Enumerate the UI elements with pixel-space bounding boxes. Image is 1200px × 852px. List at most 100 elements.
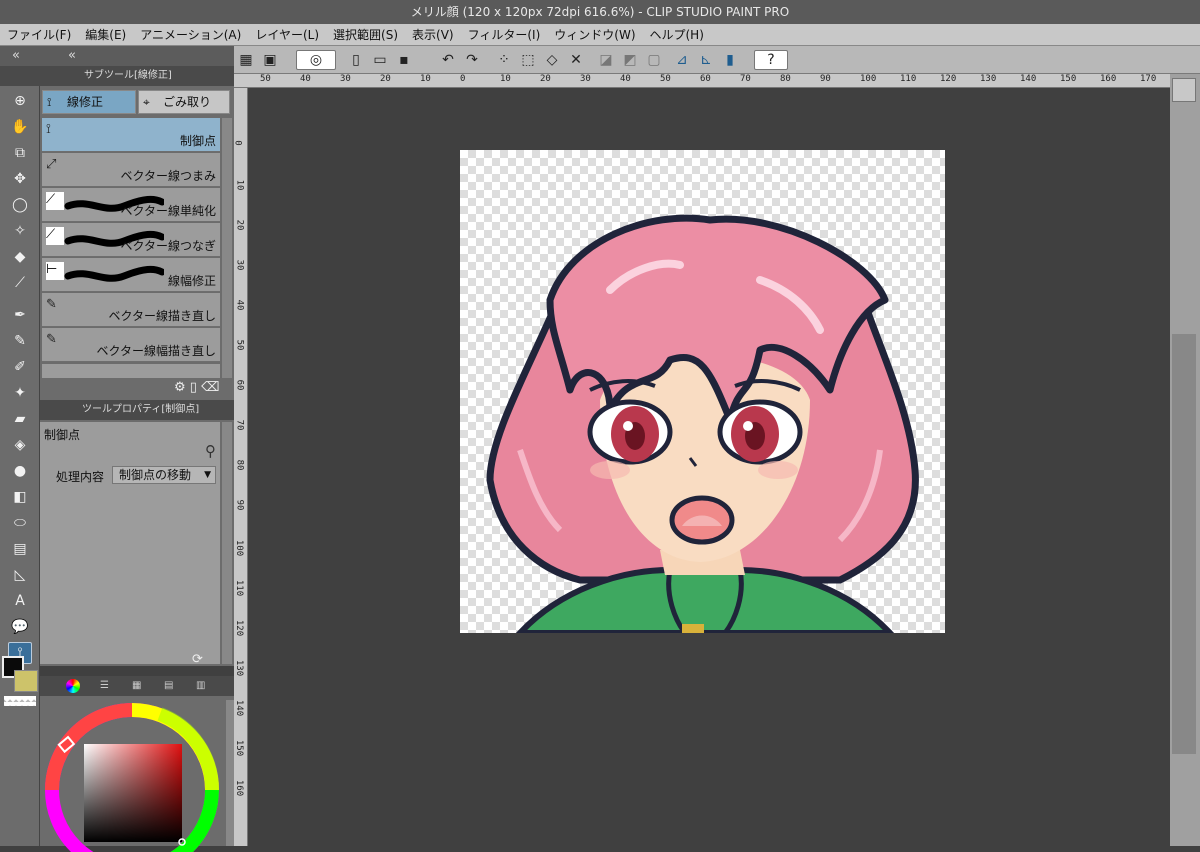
ruler-tick: 40 bbox=[234, 299, 245, 311]
pen-icon[interactable]: ✒ bbox=[8, 304, 32, 326]
scroll-up-button[interactable] bbox=[1172, 78, 1196, 102]
fill-bucket-icon[interactable]: ◆ bbox=[8, 246, 32, 268]
new-file-icon[interactable]: ▯ bbox=[346, 50, 366, 70]
subtool-item-vector-pinch[interactable]: ⤢ ベクター線つまみ bbox=[42, 153, 220, 187]
deselect-icon[interactable]: ⁘ bbox=[494, 50, 514, 70]
delete-subtool-icon[interactable]: ⌫ bbox=[201, 380, 219, 395]
reset-icon[interactable]: ⟳ bbox=[192, 652, 203, 667]
frame-icon[interactable]: ▤ bbox=[8, 538, 32, 560]
ruler-tick: 10 bbox=[234, 179, 245, 191]
help-icon[interactable]: ? bbox=[754, 50, 788, 70]
tool-property-header-label: ツールプロパティ[制御点] bbox=[82, 404, 200, 415]
scroll-thumb[interactable] bbox=[1172, 334, 1196, 754]
grid-icon[interactable]: ▦ bbox=[236, 50, 256, 70]
move-icon[interactable]: ✥ bbox=[8, 168, 32, 190]
save-icon[interactable]: ▪ bbox=[394, 50, 414, 70]
vertical-scrollbar[interactable] bbox=[1170, 74, 1200, 846]
pinch-icon: ⤢ bbox=[46, 157, 57, 172]
color-slider-tab-icon[interactable]: ☰ bbox=[100, 676, 109, 696]
transform-icon[interactable]: ✕ bbox=[566, 50, 586, 70]
fill-layer-icon[interactable]: ◩ bbox=[620, 50, 640, 70]
connect-icon: ⟋ bbox=[46, 227, 64, 245]
shape-icon[interactable]: ⬭ bbox=[8, 512, 32, 534]
intermediate-color-tab-icon[interactable]: ▤ bbox=[164, 676, 173, 696]
menu-view[interactable]: 表示(V) bbox=[405, 24, 461, 46]
search-icon[interactable]: ⚲ bbox=[205, 442, 216, 460]
brush-icon[interactable]: ✐ bbox=[8, 356, 32, 378]
horizontal-ruler: 50 40 30 20 10 0 10 20 30 40 50 60 70 80… bbox=[234, 74, 1170, 88]
subtool-item-control-point[interactable]: ⟟ 制御点 bbox=[42, 118, 220, 152]
subtool-item-label: 制御点 bbox=[179, 134, 216, 148]
menu-help[interactable]: ヘルプ(H) bbox=[643, 24, 711, 46]
balloon-icon[interactable]: 💬 bbox=[8, 616, 32, 638]
lasso-icon[interactable]: ◯ bbox=[8, 194, 32, 216]
undo-icon[interactable]: ↶ bbox=[438, 50, 458, 70]
eraser-icon[interactable]: ▰ bbox=[8, 408, 32, 430]
collapse-left-button[interactable]: « bbox=[12, 46, 20, 66]
ruler-tick: 160 bbox=[234, 779, 245, 797]
snap-ruler-icon[interactable]: ⊿ bbox=[672, 50, 692, 70]
subtool-settings-icon[interactable]: ⚙ bbox=[174, 380, 186, 395]
subtool-item-vector-width-redraw[interactable]: ✎ ベクター線幅描き直し bbox=[42, 328, 220, 362]
ruler-tick: 0 bbox=[234, 140, 243, 145]
subtool-header-label: サブツール[線修正] bbox=[84, 70, 172, 81]
collapse-panel-button[interactable]: « bbox=[68, 46, 76, 66]
ruler-icon[interactable]: ◺ bbox=[8, 564, 32, 586]
drawing-canvas[interactable] bbox=[460, 150, 945, 633]
eyedropper-icon[interactable]: ⟋ bbox=[8, 272, 32, 294]
ruler-tick: 50 bbox=[234, 339, 245, 351]
broom-icon: ⌖ bbox=[143, 95, 150, 109]
menu-edit[interactable]: 編集(E) bbox=[78, 24, 133, 46]
snap-grid-icon[interactable]: ▮ bbox=[720, 50, 740, 70]
menu-selection[interactable]: 選択範囲(S) bbox=[326, 24, 405, 46]
ruler-tick: 130 bbox=[980, 74, 997, 84]
transparent-color-swatch[interactable] bbox=[4, 696, 36, 706]
subtool-item-label: ベクター線つなぎ bbox=[120, 239, 216, 253]
sub-color-swatch[interactable] bbox=[14, 670, 38, 692]
auto-select-icon[interactable]: ✧ bbox=[8, 220, 32, 242]
droplet-icon[interactable]: ● bbox=[8, 460, 32, 482]
color-wheel-tab-icon[interactable] bbox=[66, 679, 80, 693]
new-window-icon[interactable]: ▣ bbox=[260, 50, 280, 70]
process-select[interactable]: 制御点の移動 ▼ bbox=[112, 466, 216, 484]
tool-property-name: 制御点 bbox=[44, 428, 81, 442]
layer-operation-icon[interactable]: ⧉ bbox=[8, 142, 32, 164]
color-panel-scrollbar[interactable] bbox=[226, 700, 234, 846]
tool-property-scrollbar[interactable] bbox=[222, 422, 232, 664]
copy-subtool-icon[interactable]: ▯ bbox=[190, 380, 197, 395]
layer-selection-icon[interactable]: ▢ bbox=[644, 50, 664, 70]
subtool-item-vector-connect[interactable]: ⟋ ベクター線つなぎ bbox=[42, 223, 220, 257]
hand-icon[interactable]: ✋ bbox=[8, 116, 32, 138]
gradient-icon[interactable]: ◧ bbox=[8, 486, 32, 508]
decoration-icon[interactable]: ✦ bbox=[8, 382, 32, 404]
snap-special-ruler-icon[interactable]: ⊾ bbox=[696, 50, 716, 70]
color-set-tab-icon[interactable]: ▦ bbox=[132, 676, 141, 696]
subtool-item-vector-simplify[interactable]: ⟋ ベクター線単純化 bbox=[42, 188, 220, 222]
menu-animation[interactable]: アニメーション(A) bbox=[133, 24, 248, 46]
subtool-scrollbar[interactable] bbox=[222, 118, 232, 378]
clear-icon[interactable]: ◇ bbox=[542, 50, 562, 70]
pencil-icon[interactable]: ✎ bbox=[8, 330, 32, 352]
redo-icon[interactable]: ↷ bbox=[462, 50, 482, 70]
tool-property-title-area: 制御点 ⚲ bbox=[40, 422, 220, 464]
process-field-label: 処理内容 bbox=[56, 470, 105, 484]
menu-layer[interactable]: レイヤー(L) bbox=[248, 24, 326, 46]
blend-icon[interactable]: ◈ bbox=[8, 434, 32, 456]
subtool-item-vector-redraw[interactable]: ✎ ベクター線描き直し bbox=[42, 293, 220, 327]
ruler-tick: 10 bbox=[500, 74, 511, 84]
ruler-tick: 140 bbox=[1020, 74, 1037, 84]
open-file-icon[interactable]: ▭ bbox=[370, 50, 390, 70]
clip-studio-icon[interactable]: ◎ bbox=[296, 50, 336, 70]
approximate-color-tab-icon[interactable]: ▥ bbox=[196, 676, 205, 696]
menu-filter[interactable]: フィルター(I) bbox=[461, 24, 548, 46]
subtool-item-line-width[interactable]: ⊢ 線幅修正 bbox=[42, 258, 220, 292]
tab-line-correction[interactable]: ⟟ 線修正 bbox=[42, 90, 136, 114]
zoom-icon[interactable]: ⊕ bbox=[8, 90, 32, 112]
color-wheel[interactable] bbox=[40, 702, 226, 852]
menu-window[interactable]: ウィンドウ(W) bbox=[547, 24, 642, 46]
text-icon[interactable]: A bbox=[8, 590, 32, 612]
tab-dust-removal[interactable]: ⌖ ごみ取り bbox=[138, 90, 230, 114]
menu-file[interactable]: ファイル(F) bbox=[0, 24, 78, 46]
crop-icon[interactable]: ◪ bbox=[596, 50, 616, 70]
select-all-icon[interactable]: ⬚ bbox=[518, 50, 538, 70]
